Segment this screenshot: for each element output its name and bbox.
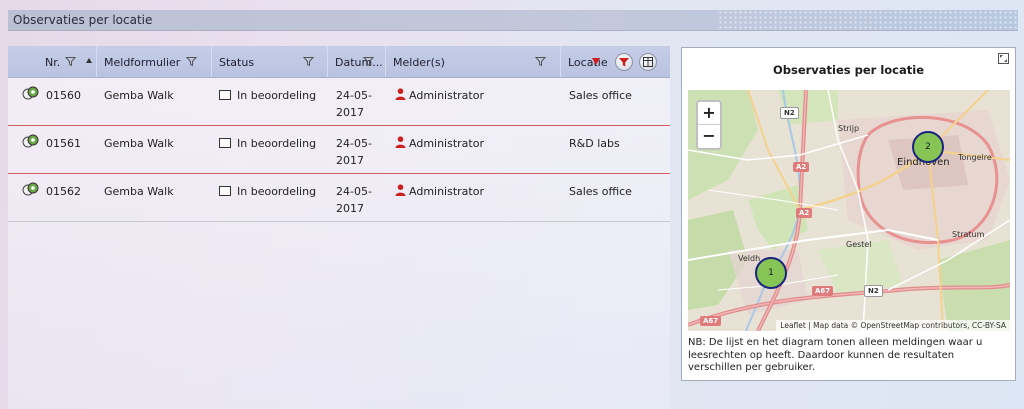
observation-icon[interactable] [22,86,40,100]
cell-status: In beoordeling [219,135,316,152]
map-label-stratum: Stratum [952,230,985,239]
panel-title: Observaties per locatie [772,63,925,77]
map-panel: Observaties per locatie + − Strijp Tonge… [681,47,1016,381]
map-attribution[interactable]: Leaflet | Map data © OpenStreetMap contr… [776,320,1010,331]
zoom-out-button[interactable]: − [698,125,720,147]
date-line-2: 2017 [336,106,364,119]
map-view[interactable]: + − Strijp Eindhoven Tongelre Stratum Ge… [688,90,1010,331]
cell-datum: 24-05- 2017 [336,135,372,169]
cell-melders: Administrator [395,87,484,104]
cell-locatie: Sales office [569,89,632,102]
grid-header: Nr. Meldformulier Status Datum... Melder… [8,46,670,78]
filter-icon[interactable] [363,56,374,67]
cell-meldformulier: Gemba Walk [104,185,174,198]
road-label-n2: N2 [780,107,799,119]
column-header-status[interactable]: Status [212,46,328,77]
date-line-2: 2017 [336,202,364,215]
sort-ascending-icon[interactable] [86,58,92,63]
map-label-veldhoven: Veldh [738,254,761,263]
road-label-n2: N2 [864,285,883,297]
cell-melders: Administrator [395,135,484,152]
reporter-name: Administrator [409,89,484,102]
filter-icon[interactable] [65,56,76,67]
map-label-strijp: Strijp [838,124,860,133]
column-chooser-button[interactable] [639,53,657,71]
cell-locatie: R&D labs [569,137,620,150]
cell-datum: 24-05- 2017 [336,87,372,121]
person-icon [395,136,406,148]
road-label-a2: A2 [793,162,810,172]
zoom-control: + − [696,100,722,150]
map-label-gestel: Gestel [846,240,872,249]
cell-nr: 01562 [46,185,81,198]
filter-icon[interactable] [303,56,314,67]
table-row[interactable]: 01560 Gemba Walk In beoordeling 24-05- 20… [8,78,670,126]
column-header-datum[interactable]: Datum... [328,46,386,77]
column-header-nr[interactable]: Nr. [8,46,97,77]
active-filter-button[interactable] [615,53,633,71]
column-header-melders[interactable]: Melder(s) [386,46,561,77]
sort-descending-icon[interactable] [592,58,600,65]
cell-melders: Administrator [395,183,484,200]
date-line-1: 24-05- [336,185,372,198]
person-icon [395,88,406,100]
cell-meldformulier: Gemba Walk [104,137,174,150]
status-checkbox-icon [219,138,231,148]
column-label-locatie: Locatie [568,56,608,69]
page-header: Observaties per locatie [8,10,1018,31]
status-text: In beoordeling [237,89,317,102]
reporter-name: Administrator [409,185,484,198]
person-icon [395,184,406,196]
zoom-in-button[interactable]: + [698,102,720,125]
map-label-tongelre: Tongelre [958,153,992,162]
cell-status: In beoordeling [219,183,316,200]
status-text: In beoordeling [237,137,317,150]
date-line-1: 24-05- [336,89,372,102]
permissions-note: NB: De lijst en het diagram tonen alleen… [688,337,983,373]
table-row[interactable]: 01561 Gemba Walk In beoordeling 24-05- 20… [8,126,670,174]
cell-nr: 01561 [46,137,81,150]
column-label-nr: Nr. [45,56,61,69]
column-label-datum: Datum... [335,56,383,69]
filter-icon[interactable] [535,56,546,67]
observation-icon[interactable] [22,182,40,196]
page-title: Observaties per locatie [13,13,153,27]
cluster-marker[interactable]: 2 [912,131,944,163]
cell-status: In beoordeling [219,87,316,104]
column-label-meldformulier: Meldformulier [104,56,181,69]
cell-nr: 01560 [46,89,81,102]
columns-icon [643,57,653,67]
status-text: In beoordeling [237,185,317,198]
column-header-meldformulier[interactable]: Meldformulier [97,46,212,77]
cell-locatie: Sales office [569,185,632,198]
cell-datum: 24-05- 2017 [336,183,372,217]
status-checkbox-icon [219,186,231,196]
column-label-status: Status [219,56,255,69]
table-row[interactable]: 01562 Gemba Walk In beoordeling 24-05- 20… [8,174,670,222]
date-line-2: 2017 [336,154,364,167]
cluster-marker[interactable]: 1 [755,257,787,289]
header-pattern [718,10,1018,31]
date-line-1: 24-05- [336,137,372,150]
road-label-a67: A67 [812,286,834,296]
column-header-locatie[interactable]: Locatie [561,46,670,77]
observations-grid: Nr. Meldformulier Status Datum... Melder… [8,46,670,409]
observation-icon[interactable] [22,134,40,148]
road-label-a2: A2 [796,208,813,218]
filter-icon[interactable] [186,56,197,67]
reporter-name: Administrator [409,137,484,150]
status-checkbox-icon [219,90,231,100]
red-filter-icon [619,58,629,67]
cell-meldformulier: Gemba Walk [104,89,174,102]
road-label-a67: A67 [700,316,722,326]
column-label-melders: Melder(s) [393,56,445,69]
